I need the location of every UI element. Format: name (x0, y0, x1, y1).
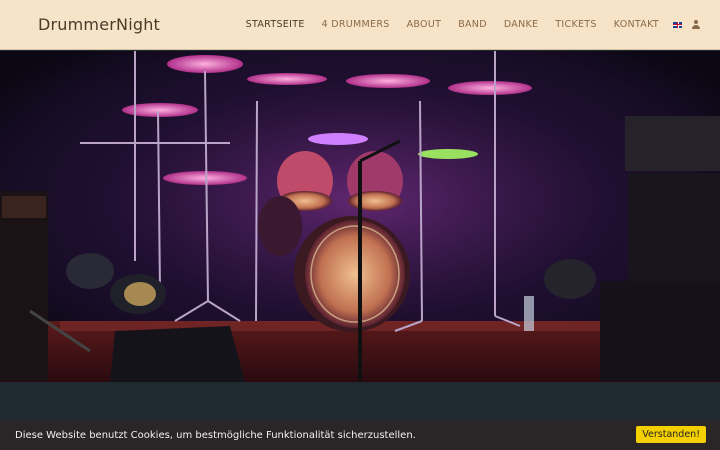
user-icon[interactable] (692, 20, 700, 29)
cookie-message: Diese Website benutzt Cookies, um bestmö… (15, 429, 416, 441)
site-header: DrummerNight STARTSEITE 4 DRUMMERS ABOUT… (0, 0, 720, 50)
hero-image (0, 51, 720, 382)
nav-item-danke[interactable]: DANKE (504, 19, 539, 30)
nav-item-kontakt[interactable]: KONTAKT (614, 19, 659, 30)
content-band (0, 382, 720, 420)
nav-item-4-drummers[interactable]: 4 DRUMMERS (322, 19, 390, 30)
main-navigation: STARTSEITE 4 DRUMMERS ABOUT BAND DANKE T… (229, 19, 700, 30)
drum-kit-stage-illustration (0, 51, 720, 382)
cookie-accept-button[interactable]: Verstanden! (636, 425, 706, 443)
site-logo-text[interactable]: DrummerNight (38, 15, 160, 34)
nav-item-band[interactable]: BAND (458, 19, 487, 30)
nav-item-tickets[interactable]: TICKETS (555, 19, 596, 30)
cookie-banner: Diese Website benutzt Cookies, um bestmö… (0, 420, 720, 450)
nav-item-about[interactable]: ABOUT (407, 19, 442, 30)
uk-flag-icon[interactable] (673, 21, 682, 28)
nav-item-startseite[interactable]: STARTSEITE (246, 19, 305, 30)
